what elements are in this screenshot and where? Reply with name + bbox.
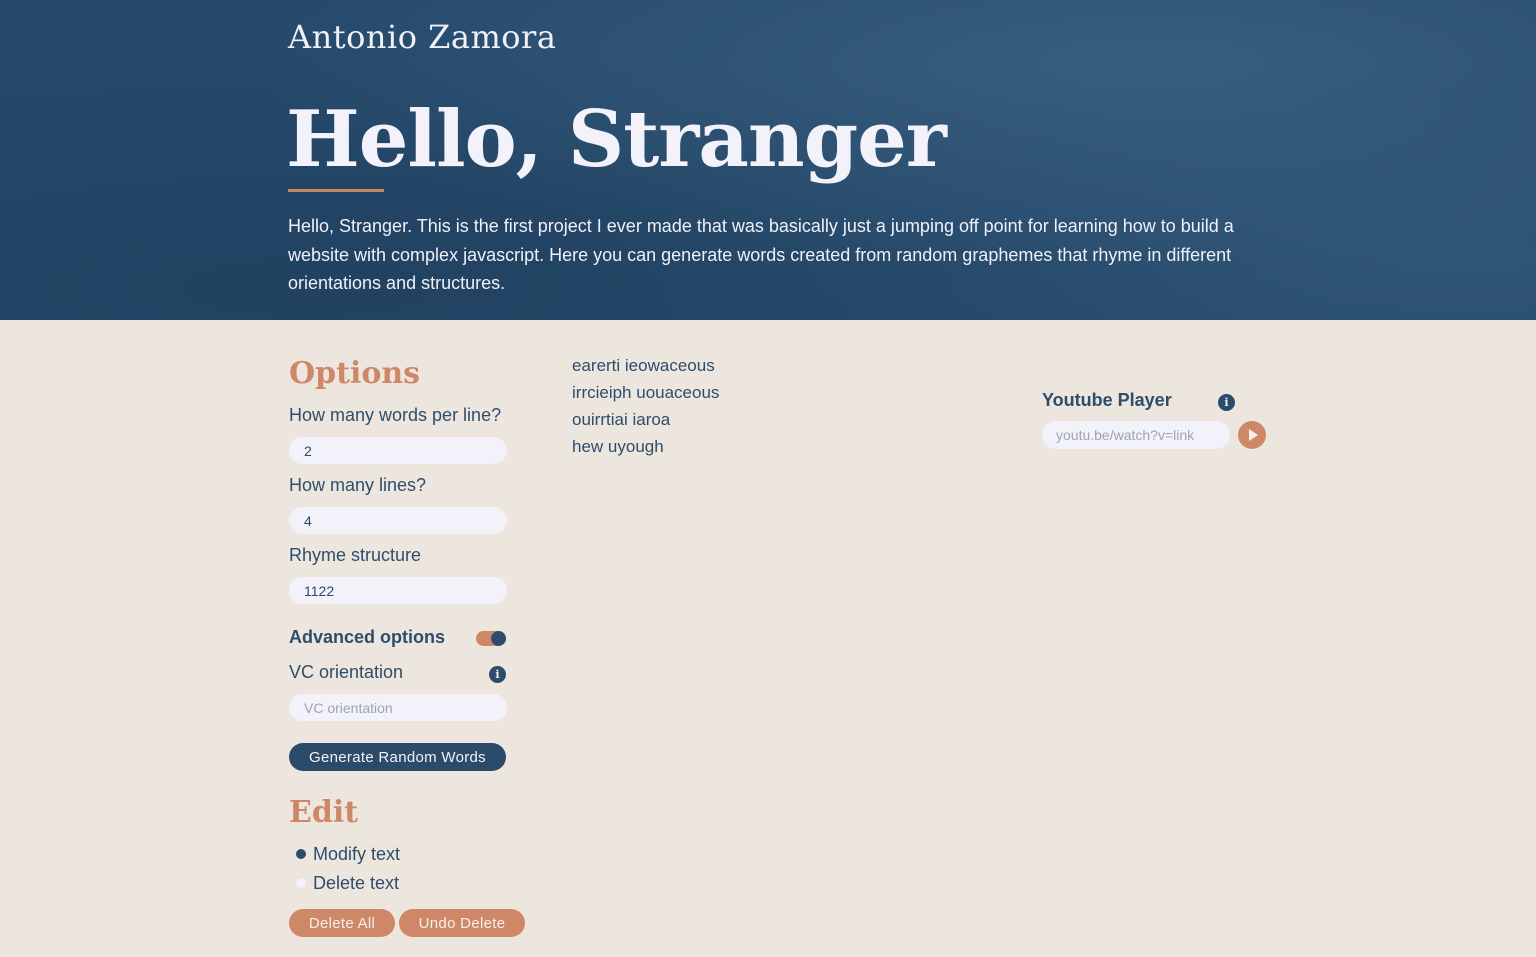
play-icon xyxy=(1249,429,1258,441)
list-item[interactable]: irrcieiph uouaceous xyxy=(572,379,719,406)
delete-all-button[interactable]: Delete All xyxy=(289,909,395,937)
lines-label: How many lines? xyxy=(289,475,427,495)
edit-title: Edit xyxy=(289,795,359,830)
generate-words-button[interactable]: Generate Random Words xyxy=(289,743,506,771)
info-icon[interactable]: i xyxy=(489,666,506,683)
radio-label: Delete text xyxy=(313,872,400,893)
radio-indicator xyxy=(296,878,306,888)
intro-description: Hello, Stranger. This is the first proje… xyxy=(288,216,1234,293)
lines-input[interactable] xyxy=(289,507,507,534)
toggle-knob xyxy=(491,631,506,646)
radio-indicator-selected xyxy=(296,849,306,859)
play-button[interactable] xyxy=(1238,421,1266,449)
info-icon[interactable]: i xyxy=(1218,394,1235,411)
youtube-link-input[interactable] xyxy=(1042,421,1230,449)
list-item[interactable]: earerti ieowaceous xyxy=(572,352,719,379)
advanced-options-label: Advanced options xyxy=(289,627,446,647)
list-item[interactable]: hew uyough xyxy=(572,433,719,460)
vc-orientation-input[interactable] xyxy=(289,694,507,721)
words-per-line-label: How many words per line? xyxy=(289,405,502,425)
rhyme-structure-input[interactable] xyxy=(289,577,507,604)
rhyme-structure-label: Rhyme structure xyxy=(289,545,422,565)
radio-delete-text[interactable]: Delete text xyxy=(296,872,399,894)
page-title: Hello, Stranger xyxy=(286,94,947,185)
radio-modify-text[interactable]: Modify text xyxy=(296,843,400,865)
words-per-line-input[interactable] xyxy=(289,437,507,464)
advanced-options-toggle[interactable] xyxy=(476,631,506,646)
generated-words-list: earerti ieowaceous irrcieiph uouaceous o… xyxy=(572,352,719,460)
vc-orientation-label: VC orientation xyxy=(289,662,404,682)
hero-banner: Antonio Zamora Hello, Stranger Hello, St… xyxy=(0,0,1536,320)
radio-label: Modify text xyxy=(313,843,401,864)
list-item[interactable]: ouirrtiai iaroa xyxy=(572,406,719,433)
site-brand: Antonio Zamora xyxy=(288,18,557,56)
youtube-player-title: Youtube Player xyxy=(1042,390,1172,410)
undo-delete-button[interactable]: Undo Delete xyxy=(399,909,525,937)
options-title: Options xyxy=(289,356,421,391)
title-underline xyxy=(288,189,384,192)
